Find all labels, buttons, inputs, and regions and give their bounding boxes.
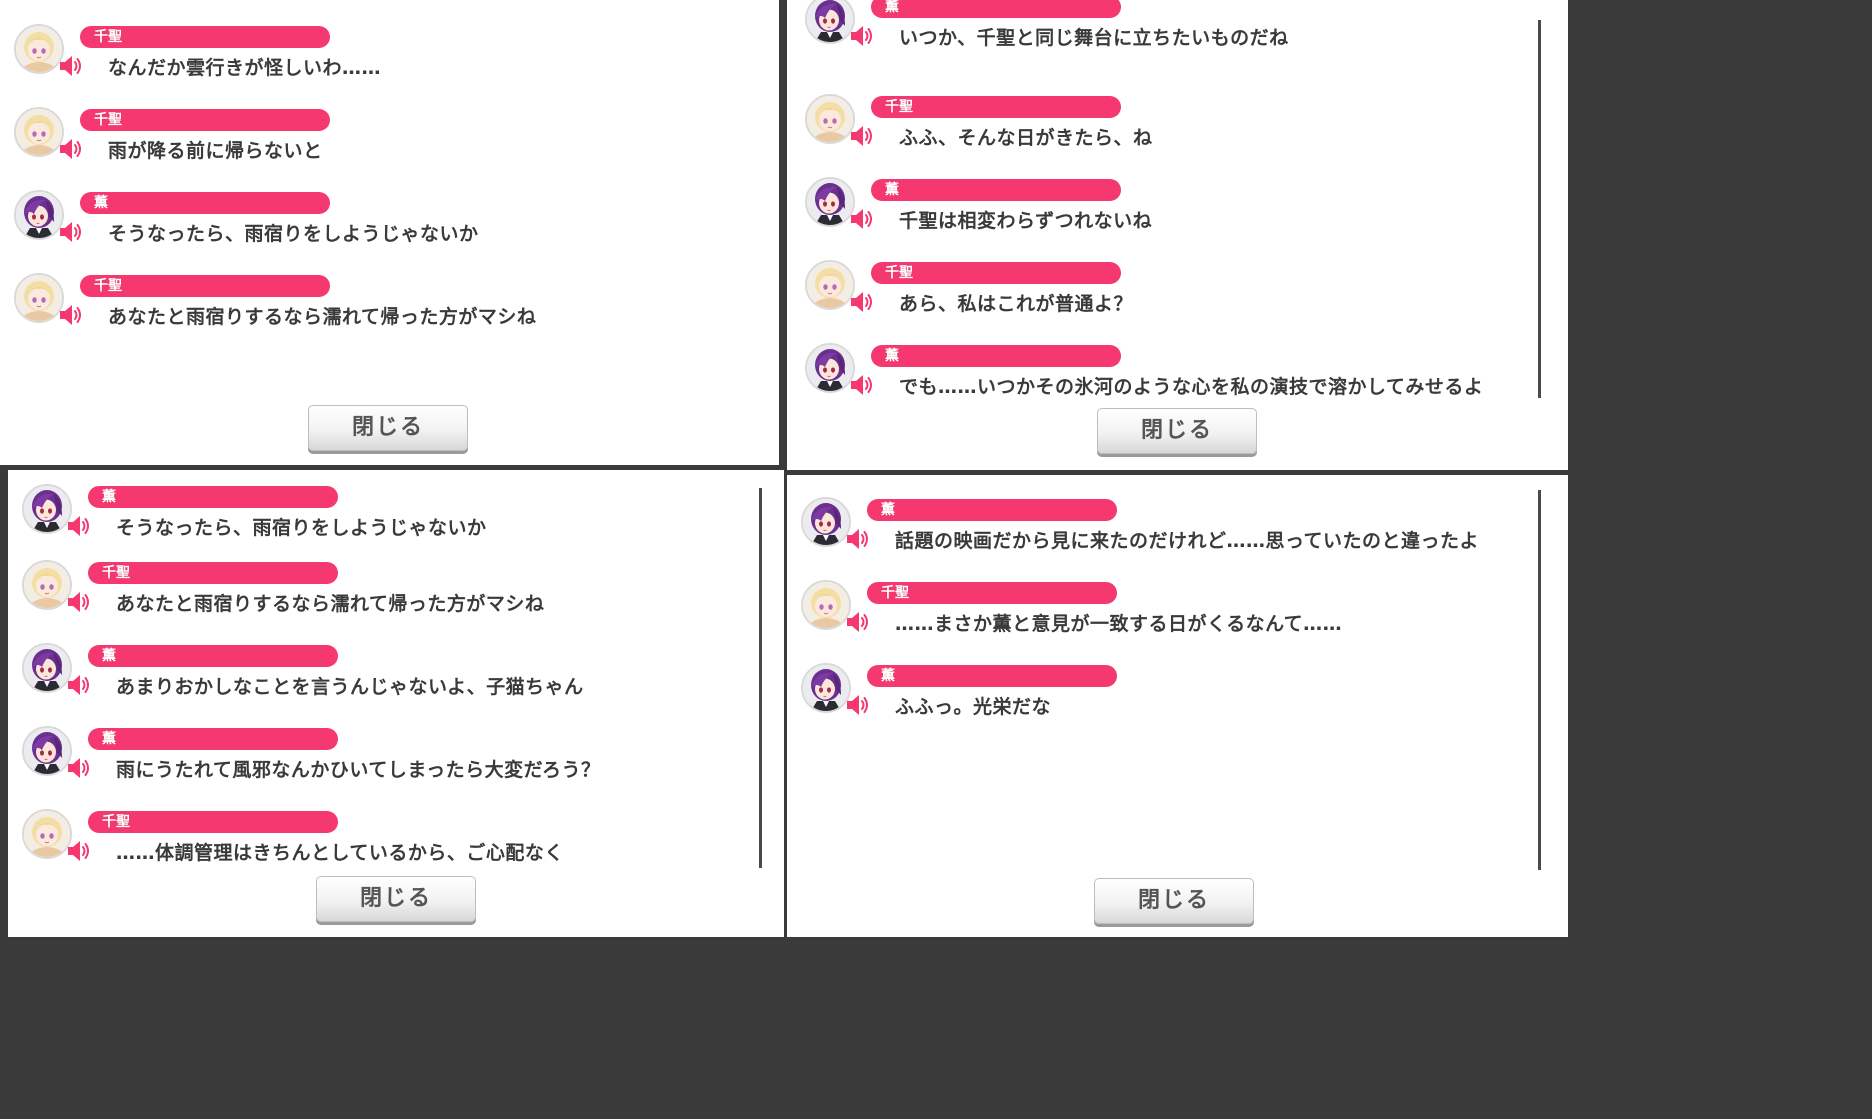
dialogue-text: ……体調管理はきちんとしているから、ご心配なく	[116, 842, 564, 864]
dialogue-text: 話題の映画だから見に来たのだけれど……思っていたのと違ったよ	[895, 530, 1480, 552]
speaker-nameplate: 薫	[88, 486, 338, 508]
dialogue-text: いつか、千聖と同じ舞台に立ちたいものだね	[899, 27, 1289, 49]
dialogue-text: でも……いつかその氷河のような心を私の演技で溶かしてみせるよ	[899, 376, 1484, 398]
kaoru-avatar	[805, 343, 855, 393]
dialogue-text: 雨が降る前に帰らないと	[108, 140, 323, 162]
speaker-icon[interactable]	[58, 219, 84, 245]
scrollbar[interactable]	[759, 488, 762, 868]
dialogue-text: あなたと雨宿りするなら濡れて帰った方がマシね	[116, 593, 545, 615]
dialogue-log-panel-2: 薫 いつか、千聖と同じ舞台に立ちたいものだね 千聖 ふふ、そんな日がきたら、ね …	[787, 0, 1568, 470]
speaker-nameplate: 千聖	[867, 582, 1117, 604]
speaker-icon[interactable]	[58, 136, 84, 162]
kaoru-avatar	[22, 643, 72, 693]
dialogue-text: 雨にうたれて風邪なんかひいてしまったら大変だろう？	[116, 759, 601, 781]
chisato-avatar	[805, 260, 855, 310]
speaker-icon[interactable]	[66, 589, 92, 615]
speaker-nameplate: 薫	[88, 645, 338, 667]
dialogue-text: そうなったら、雨宿りをしようじゃないか	[108, 223, 479, 245]
scrollbar[interactable]	[1538, 490, 1541, 870]
close-button[interactable]: 閉じる	[316, 876, 476, 922]
dialogue-text: なんだか雲行きが怪しいわ……	[108, 57, 382, 79]
speaker-icon[interactable]	[845, 692, 871, 718]
speaker-nameplate: 千聖	[80, 109, 330, 131]
speaker-icon[interactable]	[58, 302, 84, 328]
close-button[interactable]: 閉じる	[1097, 408, 1257, 454]
chisato-avatar	[22, 560, 72, 610]
dialogue-text: あら、私はこれが普通よ？	[899, 293, 1134, 315]
collage: 千聖 なんだか雲行きが怪しいわ…… 千聖 雨が降る前に帰らないと 薫 そうなった…	[0, 0, 1568, 937]
speaker-nameplate: 千聖	[80, 275, 330, 297]
dialogue-text: 千聖は相変わらずつれないね	[899, 210, 1153, 232]
chisato-avatar	[14, 24, 64, 74]
dialogue-log-panel-1: 千聖 なんだか雲行きが怪しいわ…… 千聖 雨が降る前に帰らないと 薫 そうなった…	[0, 0, 779, 465]
speaker-nameplate: 薫	[867, 665, 1117, 687]
dialogue-text: あまりおかしなことを言うんじゃないよ、子猫ちゃん	[116, 676, 584, 698]
speaker-nameplate: 薫	[871, 345, 1121, 367]
kaoru-avatar	[22, 484, 72, 534]
speaker-nameplate: 千聖	[80, 26, 330, 48]
speaker-icon[interactable]	[66, 672, 92, 698]
scrollbar[interactable]	[1538, 20, 1541, 398]
kaoru-avatar	[22, 726, 72, 776]
close-button[interactable]: 閉じる	[308, 405, 468, 451]
kaoru-avatar	[14, 190, 64, 240]
chisato-avatar	[14, 107, 64, 157]
close-button[interactable]: 閉じる	[1094, 878, 1254, 924]
dialogue-text: ふふっ。光栄だな	[895, 696, 1052, 718]
speaker-icon[interactable]	[849, 23, 875, 49]
speaker-icon[interactable]	[845, 526, 871, 552]
speaker-nameplate: 薫	[871, 179, 1121, 201]
speaker-nameplate: 千聖	[88, 811, 338, 833]
kaoru-avatar	[801, 497, 851, 547]
chisato-avatar	[801, 580, 851, 630]
speaker-icon[interactable]	[849, 206, 875, 232]
speaker-icon[interactable]	[58, 53, 84, 79]
kaoru-avatar	[805, 177, 855, 227]
chisato-avatar	[22, 809, 72, 859]
speaker-icon[interactable]	[66, 755, 92, 781]
speaker-icon[interactable]	[849, 123, 875, 149]
dialogue-text: ……まさか薫と意見が一致する日がくるなんて……	[895, 613, 1343, 635]
speaker-nameplate: 千聖	[871, 96, 1121, 118]
speaker-icon[interactable]	[66, 513, 92, 539]
speaker-nameplate: 薫	[88, 728, 338, 750]
chisato-avatar	[14, 273, 64, 323]
chisato-avatar	[805, 94, 855, 144]
speaker-icon[interactable]	[66, 838, 92, 864]
kaoru-avatar	[801, 663, 851, 713]
dialogue-text: そうなったら、雨宿りをしようじゃないか	[116, 517, 487, 539]
kaoru-avatar	[805, 0, 855, 44]
speaker-nameplate: 千聖	[871, 262, 1121, 284]
speaker-icon[interactable]	[849, 289, 875, 315]
speaker-icon[interactable]	[845, 609, 871, 635]
dialogue-text: あなたと雨宿りするなら濡れて帰った方がマシね	[108, 306, 537, 328]
dialogue-log-panel-3: 薫 そうなったら、雨宿りをしようじゃないか 千聖 あなたと雨宿りするなら濡れて帰…	[8, 470, 784, 937]
dialogue-text: ふふ、そんな日がきたら、ね	[899, 127, 1153, 149]
speaker-nameplate: 薫	[867, 499, 1117, 521]
speaker-icon[interactable]	[849, 372, 875, 398]
speaker-nameplate: 薫	[871, 0, 1121, 18]
speaker-nameplate: 千聖	[88, 562, 338, 584]
speaker-nameplate: 薫	[80, 192, 330, 214]
dialogue-log-panel-4: 薫 話題の映画だから見に来たのだけれど……思っていたのと違ったよ 千聖 ……まさ…	[787, 475, 1568, 937]
